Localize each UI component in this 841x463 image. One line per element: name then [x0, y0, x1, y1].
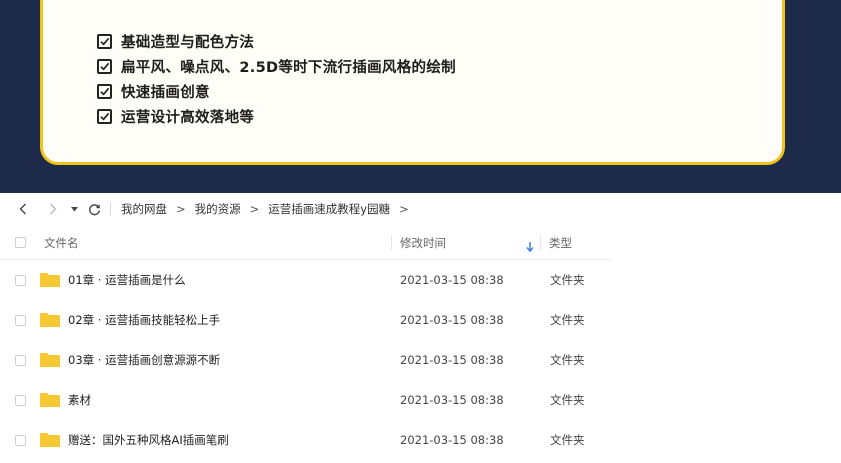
- table-row[interactable]: 素材 2021-03-15 08:38 文件夹: [0, 380, 612, 420]
- feature-text: 扁平风、噪点风、2.5D等时下流行插画风格的绘制: [121, 60, 456, 76]
- file-modified-time: 2021-03-15 08:38: [400, 393, 504, 407]
- file-name[interactable]: 02章 · 运营插画技能轻松上手: [68, 312, 220, 328]
- file-type: 文件夹: [550, 433, 585, 447]
- breadcrumb-current-folder[interactable]: 运营插画速成教程y园糖: [268, 201, 390, 217]
- row-checkbox[interactable]: [15, 394, 26, 406]
- folder-icon: [40, 393, 60, 407]
- feature-text: 基础造型与配色方法: [121, 35, 255, 51]
- row-checkbox[interactable]: [15, 314, 26, 326]
- feature-list: 基础造型与配色方法 扁平风、噪点风、2.5D等时下流行插画风格的绘制 快速插画创…: [97, 29, 456, 129]
- feature-text: 快速插画创意: [121, 85, 210, 101]
- folder-icon: [40, 433, 60, 447]
- file-type: 文件夹: [550, 393, 585, 407]
- file-type: 文件夹: [550, 313, 585, 327]
- checkbox-checked-icon: [97, 109, 112, 124]
- checkbox-checked-icon: [97, 59, 112, 74]
- breadcrumb-root[interactable]: 我的网盘: [121, 201, 167, 217]
- table-row[interactable]: 01章 · 运营插画是什么 2021-03-15 08:38 文件夹: [0, 260, 612, 300]
- folder-icon: [40, 273, 60, 287]
- column-header-modified[interactable]: 修改时间: [400, 235, 446, 251]
- breadcrumb-resources[interactable]: 我的资源: [195, 201, 241, 217]
- table-row[interactable]: 赠送：国外五种风格AI插画笔刷 2021-03-15 08:38 文件夹: [0, 420, 612, 460]
- row-checkbox[interactable]: [15, 354, 26, 366]
- feature-item: 基础造型与配色方法: [97, 29, 456, 54]
- file-name[interactable]: 03章 · 运营插画创意源源不断: [68, 352, 220, 368]
- file-name[interactable]: 赠送：国外五种风格AI插画笔刷: [68, 432, 229, 448]
- nav-divider: [110, 202, 111, 216]
- file-modified-time: 2021-03-15 08:38: [400, 433, 504, 447]
- refresh-icon[interactable]: [86, 199, 102, 219]
- breadcrumb-separator: >: [249, 202, 260, 216]
- checkbox-checked-icon: [97, 84, 112, 99]
- breadcrumb-separator: >: [399, 202, 409, 216]
- file-modified-time: 2021-03-15 08:38: [400, 273, 504, 287]
- file-type: 文件夹: [550, 353, 585, 367]
- row-checkbox[interactable]: [15, 434, 26, 446]
- file-modified-time: 2021-03-15 08:38: [400, 313, 504, 327]
- file-name[interactable]: 素材: [68, 392, 91, 408]
- file-modified-time: 2021-03-15 08:38: [400, 353, 504, 367]
- feature-item: 扁平风、噪点风、2.5D等时下流行插画风格的绘制: [97, 54, 456, 79]
- table-row[interactable]: 03章 · 运营插画创意源源不断 2021-03-15 08:38 文件夹: [0, 340, 612, 380]
- feature-item: 快速插画创意: [97, 79, 456, 104]
- history-dropdown-icon[interactable]: [68, 199, 80, 219]
- column-divider: [540, 235, 541, 250]
- folder-icon: [40, 353, 60, 367]
- breadcrumb-separator: >: [176, 202, 186, 216]
- folder-icon: [40, 313, 60, 327]
- row-checkbox[interactable]: [15, 274, 26, 286]
- sort-descending-icon[interactable]: [526, 237, 534, 256]
- back-arrow-icon[interactable]: [16, 199, 30, 219]
- checkbox-checked-icon: [97, 34, 112, 49]
- file-type: 文件夹: [550, 273, 585, 287]
- navigation-bar: 我的网盘 > 我的资源 > 运营插画速成教程y园糖 >: [0, 193, 841, 225]
- file-name[interactable]: 01章 · 运营插画是什么: [68, 272, 186, 288]
- column-divider: [391, 235, 392, 250]
- column-header-type[interactable]: 类型: [549, 235, 572, 251]
- file-list: 文件名 修改时间 类型 01章 · 运营插画是什么 2021-03-15 08:…: [0, 226, 612, 460]
- forward-arrow-icon[interactable]: [46, 199, 60, 219]
- file-list-header: 文件名 修改时间 类型: [0, 226, 612, 260]
- select-all-checkbox[interactable]: [15, 237, 26, 248]
- column-header-name[interactable]: 文件名: [44, 235, 79, 251]
- feature-text: 运营设计高效落地等: [121, 110, 255, 126]
- promo-banner: 基础造型与配色方法 扁平风、噪点风、2.5D等时下流行插画风格的绘制 快速插画创…: [0, 0, 841, 193]
- feature-item: 运营设计高效落地等: [97, 104, 456, 129]
- table-row[interactable]: 02章 · 运营插画技能轻松上手 2021-03-15 08:38 文件夹: [0, 300, 612, 340]
